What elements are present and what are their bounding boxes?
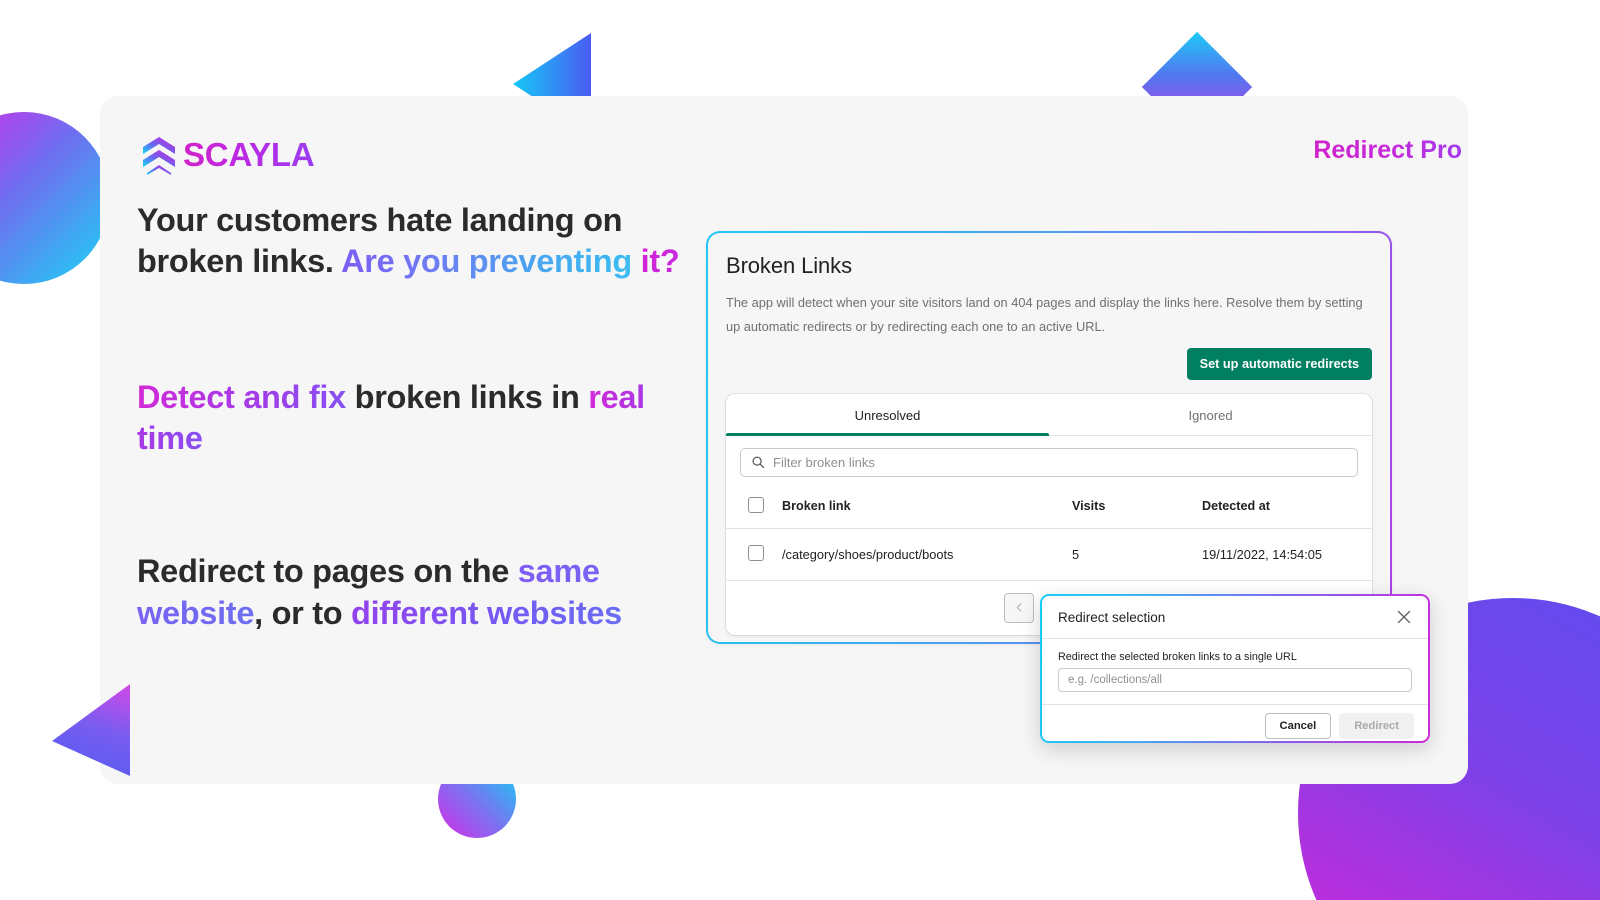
card-title: Broken Links	[726, 253, 852, 278]
headline-2: Detect and fix broken links in real time	[137, 377, 697, 459]
column-header-broken-link: Broken link	[782, 486, 1072, 529]
redirect-selection-modal: Redirect selection Redirect the selected…	[1040, 594, 1430, 743]
headline-3-part-d: different websites	[351, 594, 622, 631]
brand-tagline: Redirect Pro	[1313, 136, 1462, 164]
headline-3: Redirect to pages on the same website, o…	[137, 551, 697, 633]
row-select-cell	[726, 528, 782, 580]
modal-field-label: Redirect the selected broken links to a …	[1058, 651, 1297, 663]
headline-3-part-a: Redirect to pages on the	[137, 553, 518, 590]
tab-unresolved[interactable]: Unresolved	[726, 394, 1049, 436]
modal-body: Redirect the selected broken links to a …	[1042, 639, 1428, 704]
table-header: Broken link Visits Detected at	[726, 486, 1372, 529]
modal-redirect-button[interactable]: Redirect	[1339, 713, 1414, 739]
column-header-detected-at: Detected at	[1202, 486, 1372, 529]
cell-visits: 5	[1072, 546, 1080, 562]
pagination-prev-button[interactable]	[1004, 592, 1035, 623]
decor-circle-left	[0, 112, 110, 284]
row-checkbox[interactable]	[748, 544, 764, 561]
brand-logo: SCAYLA	[137, 133, 315, 177]
headline-1-part-b: Are you preventing	[341, 243, 632, 280]
modal-cancel-button[interactable]: Cancel	[1264, 713, 1332, 739]
headline-2-part-a: Detect and fix	[137, 379, 346, 416]
column-header-visits: Visits	[1072, 486, 1202, 529]
search-box[interactable]	[740, 447, 1358, 477]
cell-detected-at: 19/11/2022, 14:54:05	[1202, 546, 1323, 562]
table-body: /category/shoes/product/boots 5 19/11/20…	[726, 528, 1372, 580]
broken-links-card: Broken Links The app will detect when yo…	[706, 231, 1392, 644]
select-all-checkbox[interactable]	[748, 496, 764, 513]
card-description: The app will detect when your site visit…	[726, 295, 1363, 335]
chevron-left-icon	[1016, 603, 1022, 612]
filter-row	[726, 436, 1372, 487]
headline-3-part-c: , or to	[254, 594, 352, 631]
page-root: SCAYLA Redirect Pro Your customers hate …	[0, 0, 1600, 900]
modal-header: Redirect selection	[1042, 596, 1428, 639]
close-icon	[1397, 610, 1411, 624]
table-row[interactable]: /category/shoes/product/boots 5 19/11/20…	[726, 528, 1372, 580]
modal-close-button[interactable]	[1394, 607, 1414, 627]
cell-broken-link: /category/shoes/product/boots	[782, 546, 954, 562]
headline-group: Your customers hate landing on broken li…	[137, 200, 697, 634]
modal-title: Redirect selection	[1058, 609, 1166, 625]
headline-2-part-b: broken links in	[345, 379, 580, 416]
redirect-url-input[interactable]	[1058, 668, 1412, 692]
search-input[interactable]	[773, 454, 1347, 470]
broken-links-table: Broken link Visits Detected at /category…	[726, 486, 1372, 580]
search-icon	[752, 456, 765, 469]
headline-1: Your customers hate landing on broken li…	[137, 200, 697, 282]
tab-bar: Unresolved Ignored	[726, 394, 1372, 436]
headline-1-part-c: it?	[640, 243, 680, 280]
tab-ignored[interactable]: Ignored	[1049, 394, 1372, 435]
select-all-header	[726, 486, 782, 529]
decor-triangle-bottom-left	[52, 684, 130, 776]
setup-automatic-redirects-button[interactable]: Set up automatic redirects	[1186, 347, 1372, 380]
brand-logo-text: SCAYLA	[183, 135, 315, 173]
scayla-chevrons-icon	[143, 137, 175, 175]
modal-footer: Cancel Redirect	[1042, 704, 1428, 741]
